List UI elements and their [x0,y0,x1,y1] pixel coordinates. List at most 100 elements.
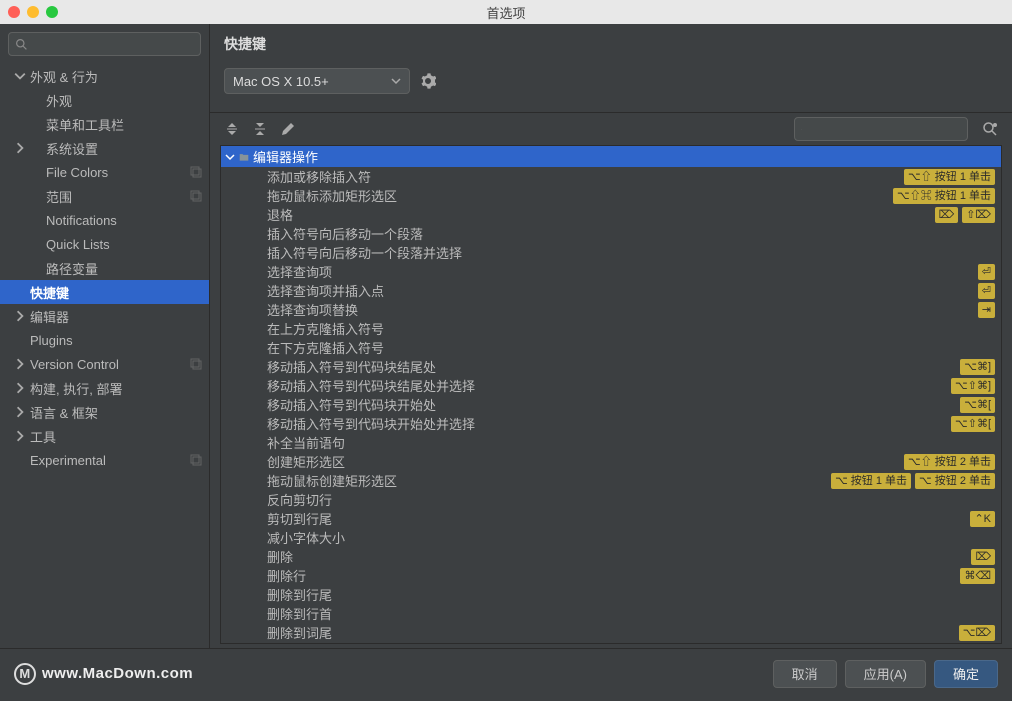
search-icon [801,123,802,136]
action-row[interactable]: 删除到行尾 [221,585,1001,604]
watermark: M www.MacDown.com [14,663,193,685]
minimize-window-button[interactable] [27,6,39,18]
action-row[interactable]: 移动插入符号到代码块开始处并选择⌥⇧⌘[ [221,414,1001,433]
sidebar-item-label: Plugins [30,333,203,348]
action-label: 删除 [267,547,967,566]
settings-search-input[interactable] [32,37,194,51]
shortcut-badge: ⌥⌘[ [960,397,995,413]
action-label: 移动插入符号到代码块结尾处 [267,357,956,376]
apply-button[interactable]: 应用(A) [845,660,926,688]
action-row[interactable]: 添加或移除插入符⌥⇧ 按钮 1 单击 [221,167,1001,186]
action-label: 在下方克隆插入符号 [267,338,995,357]
action-search-input[interactable] [806,122,961,136]
sidebar-item-label: Quick Lists [30,237,203,252]
action-row[interactable]: 选择查询项⏎ [221,262,1001,281]
action-label: 删除到行首 [267,604,995,623]
keymap-select[interactable]: Mac OS X 10.5+ [224,68,410,94]
sidebar-item-14[interactable]: 语言 & 框架 [0,400,209,424]
action-row[interactable]: 插入符号向后移动一个段落并选择 [221,243,1001,262]
action-label: 添加或移除插入符 [267,167,900,186]
sidebar-item-13[interactable]: 构建, 执行, 部署 [0,376,209,400]
actions-list[interactable]: 编辑器操作添加或移除插入符⌥⇧ 按钮 1 单击拖动鼠标添加矩形选区⌥⇧⌘ 按钮 … [221,146,1001,643]
gear-icon[interactable] [420,73,436,89]
action-row[interactable]: 删除行⌘⌫ [221,566,1001,585]
action-label: 删除到词尾 [267,623,955,642]
action-row[interactable]: 删除到行首 [221,604,1001,623]
action-row[interactable]: 退格⌦⇧⌦ [221,205,1001,224]
sidebar-item-10[interactable]: 编辑器 [0,304,209,328]
action-label: 插入符号向后移动一个段落 [267,224,995,243]
action-row[interactable]: 插入符号向后移动一个段落 [221,224,1001,243]
sidebar-item-label: 路径变量 [30,259,203,278]
action-search[interactable] [794,117,968,141]
action-label: 选择查询项替换 [267,300,974,319]
sidebar-item-label: Notifications [30,213,203,228]
sidebar-item-label: 外观 & 行为 [30,67,203,86]
action-row[interactable]: 移动插入符号到代码块结尾处⌥⌘] [221,357,1001,376]
collapse-all-button[interactable] [248,117,272,141]
action-row[interactable]: 反向剪切行 [221,490,1001,509]
action-row[interactable]: 选择查询项替换⇥ [221,300,1001,319]
titlebar: 首选项 [0,0,1012,24]
cancel-button[interactable]: 取消 [773,660,837,688]
chevron-down-icon [225,152,235,162]
action-label: 在上方克隆插入符号 [267,319,995,338]
sidebar-item-7[interactable]: Quick Lists [0,232,209,256]
sidebar-item-8[interactable]: 路径变量 [0,256,209,280]
sidebar-item-5[interactable]: 范围 [0,184,209,208]
sidebar-item-1[interactable]: 外观 [0,88,209,112]
sidebar-item-3[interactable]: 系统设置 [0,136,209,160]
action-row[interactable]: 拖动鼠标添加矩形选区⌥⇧⌘ 按钮 1 单击 [221,186,1001,205]
action-label: 拖动鼠标创建矩形选区 [267,471,827,490]
sidebar-item-label: 系统设置 [30,139,203,158]
find-by-shortcut-button[interactable] [978,117,1002,141]
shortcut-badge: ⌥ 按钮 1 单击 [831,473,911,489]
shortcut-badge: ⌥⇧⌘ 按钮 1 单击 [893,188,995,204]
sidebar-item-label: Experimental [30,453,189,468]
action-label: 减小字体大小 [267,528,995,547]
action-group-label: 编辑器操作 [253,147,318,166]
action-label: 删除行 [267,566,956,585]
action-row[interactable]: 选择查询项并插入点⏎ [221,281,1001,300]
sidebar-item-15[interactable]: 工具 [0,424,209,448]
sidebar-item-12[interactable]: Version Control [0,352,209,376]
edit-shortcut-button[interactable] [276,117,300,141]
sidebar: 外观 & 行为外观菜单和工具栏系统设置 File Colors 范围 Notifica… [0,24,210,648]
action-label: 补全当前语句 [267,433,995,452]
settings-tree: 外观 & 行为外观菜单和工具栏系统设置 File Colors 范围 Notifica… [0,64,209,648]
expand-all-button[interactable] [220,117,244,141]
sidebar-item-6[interactable]: Notifications [0,208,209,232]
action-row[interactable]: 移动插入符号到代码块结尾处并选择⌥⇧⌘] [221,376,1001,395]
action-label: 退格 [267,205,931,224]
action-row[interactable]: 拖动鼠标创建矩形选区⌥ 按钮 1 单击⌥ 按钮 2 单击 [221,471,1001,490]
action-label: 插入符号向后移动一个段落并选择 [267,243,995,262]
action-label: 移动插入符号到代码块开始处 [267,395,956,414]
action-row[interactable]: 移动插入符号到代码块开始处⌥⌘[ [221,395,1001,414]
sidebar-item-2[interactable]: 菜单和工具栏 [0,112,209,136]
maximize-window-button[interactable] [46,6,58,18]
watermark-logo: M [14,663,36,685]
sidebar-item-0[interactable]: 外观 & 行为 [0,64,209,88]
sidebar-item-4[interactable]: File Colors [0,160,209,184]
ok-button[interactable]: 确定 [934,660,998,688]
sidebar-item-label: 外观 [30,91,203,110]
action-group-header[interactable]: 编辑器操作 [221,146,1001,167]
action-row[interactable]: 删除⌦ [221,547,1001,566]
action-row[interactable]: 减小字体大小 [221,528,1001,547]
sidebar-item-16[interactable]: Experimental [0,448,209,472]
close-window-button[interactable] [8,6,20,18]
settings-search[interactable] [8,32,201,56]
sidebar-item-9[interactable]: 快捷键 [0,280,209,304]
action-row[interactable]: 在上方克隆插入符号 [221,319,1001,338]
shortcut-badge: ⌥⇧ 按钮 1 单击 [904,169,995,185]
action-row[interactable]: 删除到词尾⌥⌦ [221,623,1001,642]
action-row[interactable]: 在下方克隆插入符号 [221,338,1001,357]
action-label: 删除到行尾 [267,585,995,604]
sidebar-item-label: File Colors [30,165,189,180]
action-label: 创建矩形选区 [267,452,900,471]
action-row[interactable]: 创建矩形选区⌥⇧ 按钮 2 单击 [221,452,1001,471]
sidebar-item-11[interactable]: Plugins [0,328,209,352]
action-row[interactable]: 补全当前语句 [221,433,1001,452]
action-row[interactable]: 剪切到行尾⌃K [221,509,1001,528]
search-icon [15,38,28,51]
